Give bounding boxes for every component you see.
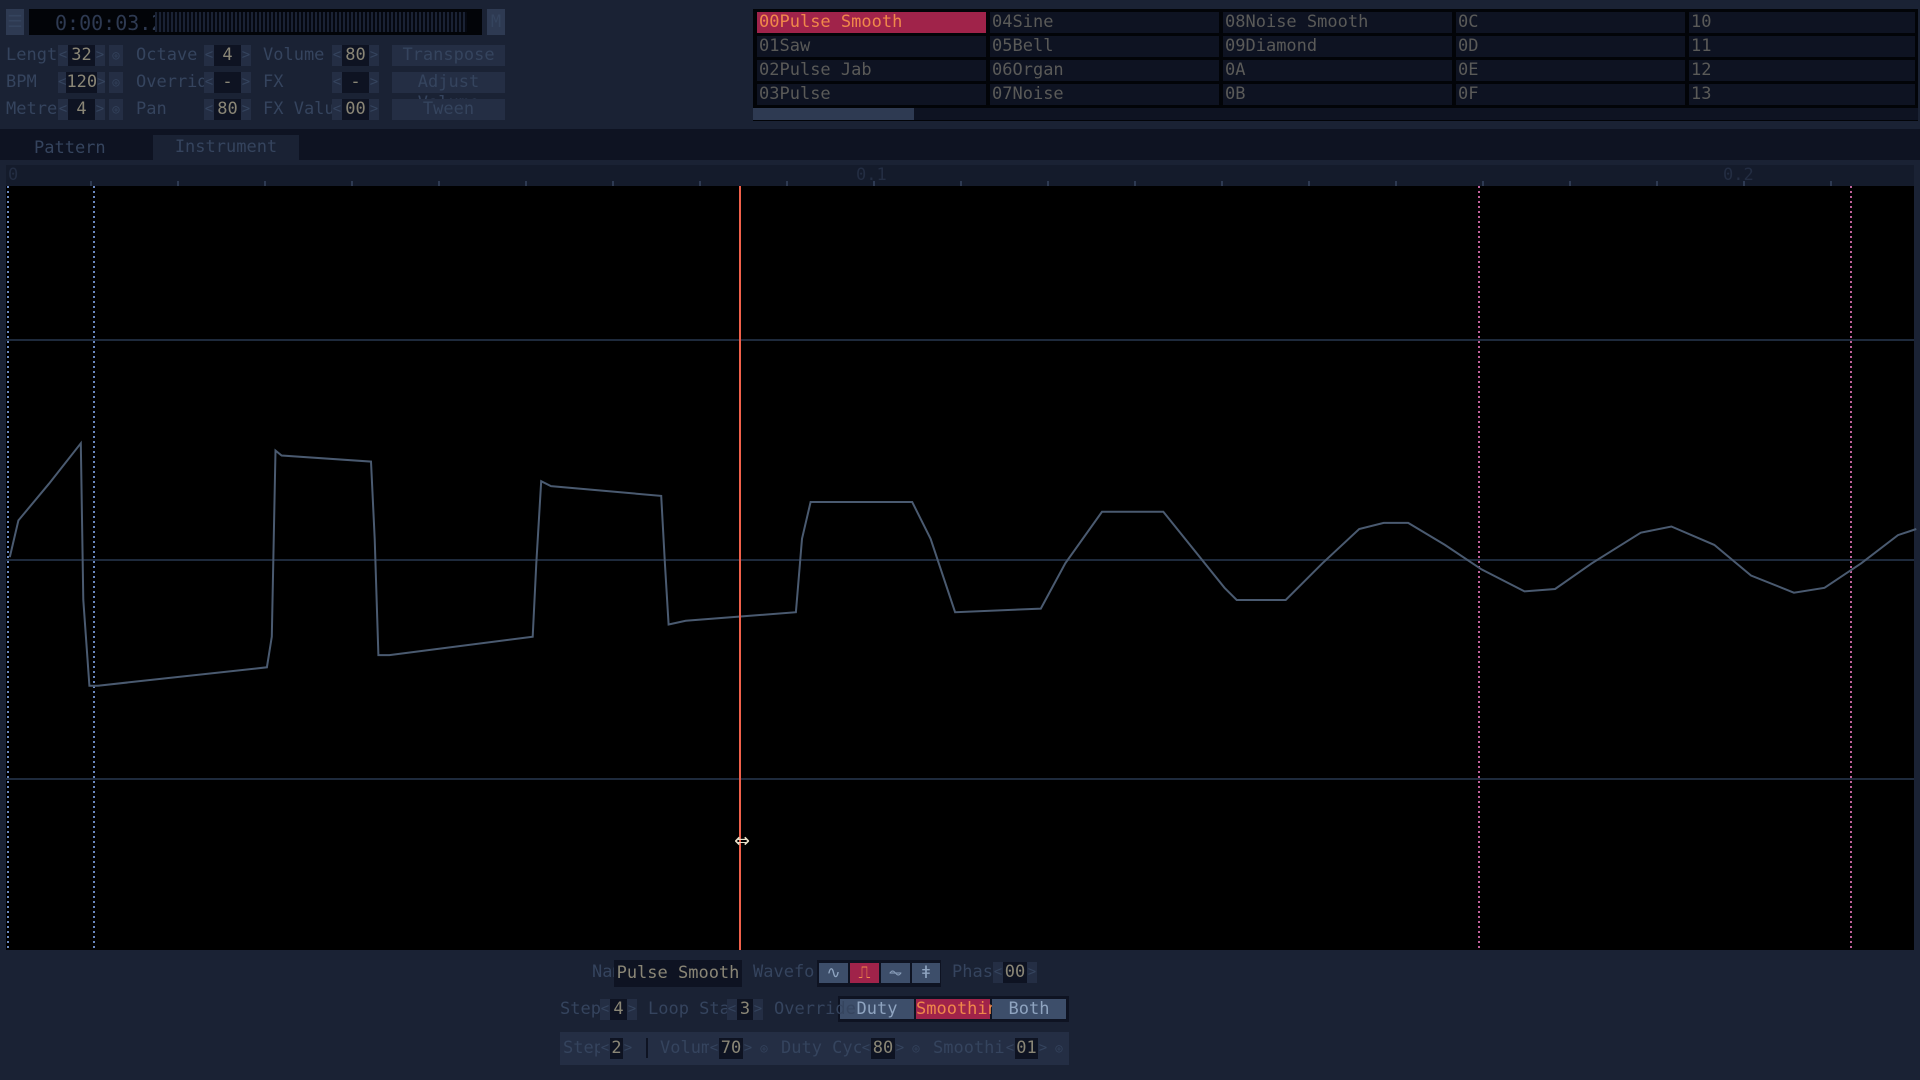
- phase-value[interactable]: 00: [1003, 962, 1027, 983]
- duty-cycle-value[interactable]: 80: [871, 1038, 895, 1059]
- duty-cycle-stepper[interactable]: < 80 >: [861, 1038, 905, 1059]
- duty-cycle-reset-icon[interactable]: ◎: [909, 1038, 923, 1059]
- steps-value[interactable]: 4: [610, 999, 627, 1020]
- phase-stepper[interactable]: < 00 >: [993, 962, 1037, 983]
- override-smoothing-button[interactable]: Smoothing: [916, 999, 1008, 1019]
- decrement-icon[interactable]: <: [1005, 1038, 1015, 1059]
- resize-cursor-icon: ⇔: [734, 825, 750, 855]
- override-label: Override: [774, 999, 856, 1019]
- decrement-icon[interactable]: <: [861, 1038, 871, 1059]
- steps-stepper[interactable]: < 4 >: [600, 999, 637, 1020]
- decrement-icon[interactable]: <: [600, 999, 610, 1020]
- loop-start-stepper[interactable]: < 3 >: [727, 999, 763, 1020]
- volume-value[interactable]: 70: [719, 1038, 743, 1059]
- override-both-button[interactable]: Both: [992, 999, 1066, 1019]
- decrement-icon[interactable]: <: [709, 1038, 719, 1059]
- increment-icon[interactable]: >: [1038, 1038, 1048, 1059]
- increment-icon[interactable]: >: [1027, 962, 1037, 983]
- smoothing-reset-icon[interactable]: ◎: [1052, 1038, 1066, 1059]
- separator: [646, 1038, 648, 1058]
- step-stepper[interactable]: < 2 >: [600, 1038, 633, 1059]
- instrument-name-field[interactable]: Pulse Smooth: [614, 960, 742, 987]
- smoothing-value[interactable]: 01: [1015, 1038, 1038, 1059]
- volume-stepper[interactable]: < 70 >: [709, 1038, 753, 1059]
- sine-wave-icon: ∿: [826, 963, 841, 983]
- pulse-wave-icon: ⎍: [858, 963, 871, 983]
- increment-icon[interactable]: >: [753, 999, 763, 1020]
- waveform-saw-button[interactable]: ⏦: [881, 963, 910, 983]
- increment-icon[interactable]: >: [743, 1038, 753, 1059]
- increment-icon[interactable]: >: [627, 999, 637, 1020]
- smoothing-stepper[interactable]: < 01 >: [1005, 1038, 1048, 1059]
- saw-wave-icon: ⏦: [888, 963, 903, 983]
- volume-reset-icon[interactable]: ◎: [757, 1038, 771, 1059]
- increment-icon[interactable]: >: [895, 1038, 905, 1059]
- step-label: Step: [563, 1038, 604, 1058]
- decrement-icon[interactable]: <: [993, 962, 1003, 983]
- loop-start-value[interactable]: 3: [737, 999, 753, 1020]
- waveform-canvas: [6, 186, 1914, 950]
- decrement-icon[interactable]: <: [600, 1038, 610, 1059]
- increment-icon[interactable]: >: [623, 1038, 633, 1059]
- noise-wave-icon: ǂ: [920, 963, 932, 983]
- waveform-sine-button[interactable]: ∿: [819, 963, 848, 983]
- step-value[interactable]: 2: [610, 1038, 623, 1059]
- waveform-noise-button[interactable]: ǂ: [912, 963, 940, 983]
- waveform-editor[interactable]: ⇔: [0, 0, 1920, 1080]
- waveform-pulse-button[interactable]: ⎍: [850, 963, 879, 983]
- decrement-icon[interactable]: <: [727, 999, 737, 1020]
